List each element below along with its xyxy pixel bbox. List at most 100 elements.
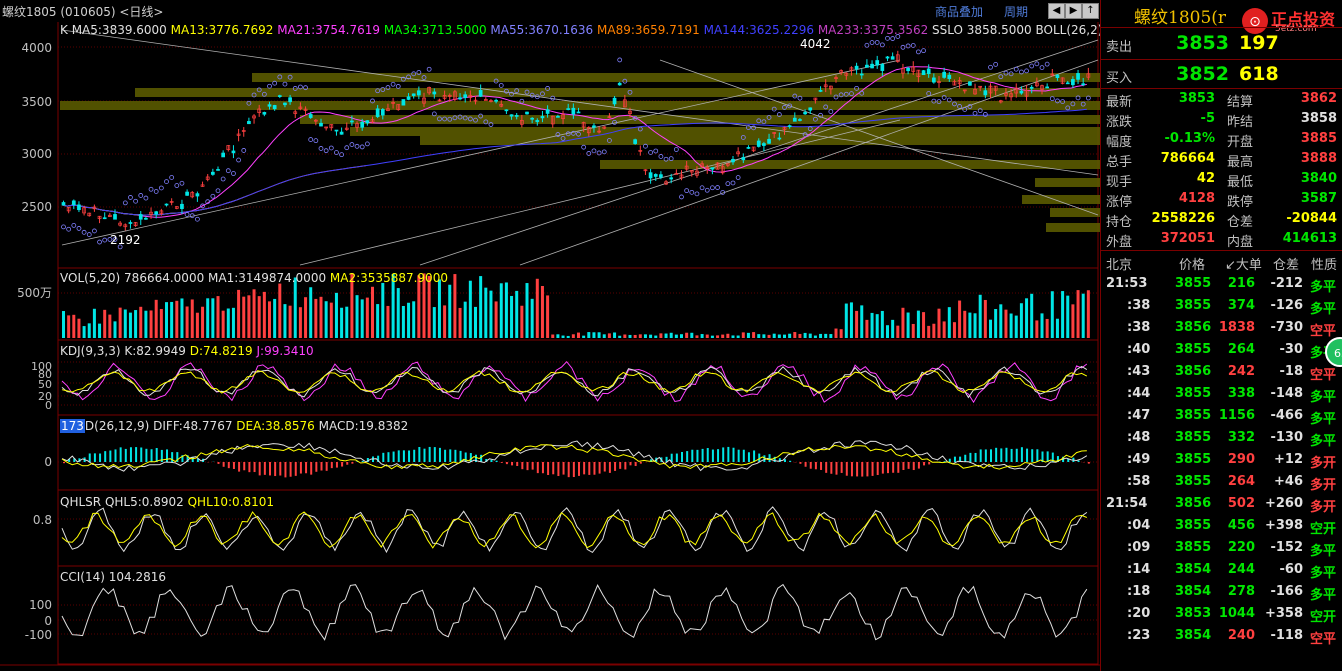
macd-bar [150,449,153,462]
contract-title: 螺纹1805(r [1134,8,1227,28]
volume-bar [329,302,333,338]
volume-bar [128,312,132,338]
tick-row[interactable]: :47 3855 1156 -466 多平 [1101,405,1342,427]
macd-bar [387,452,390,462]
sar-dot [164,179,169,185]
macd-bar [804,462,807,467]
tick-header-type: 性质 [1311,258,1338,273]
tick-row[interactable]: :49 3855 290 +12 多开 [1101,449,1342,471]
tick-row[interactable]: :09 3855 220 -152 多平 [1101,537,1342,559]
tick-row[interactable]: :43 3856 242 -18 空平 [1101,361,1342,383]
macd-bar [253,462,256,473]
sar-dot [236,157,242,163]
volume-bar [247,295,251,338]
sar-dot [364,141,370,147]
volume-bar [860,305,864,338]
volume-bar [942,321,946,338]
chart-area[interactable]: 螺纹1805 (010605) <日线> 商品叠加 周期 ◀ ▶ ↑ K MA5… [0,0,1164,671]
volume-bar [355,295,359,338]
tick-row[interactable]: :04 3855 456 +398 空开 [1101,515,1342,537]
volume-bar [695,335,699,338]
tick-price: 3855 [1175,408,1212,423]
tick-row[interactable]: :14 3854 244 -60 多平 [1101,559,1342,581]
macd-param-box[interactable]: 173 [60,419,85,433]
sar-dot [658,154,664,159]
period-link[interactable]: 周期 [1004,3,1028,20]
volume-bar [999,304,1003,338]
overlay-commodity-link[interactable]: 商品叠加 [935,3,983,20]
tick-row[interactable]: :18 3854 278 -166 多平 [1101,581,1342,603]
macd-bar [614,462,617,471]
sar-dot [710,185,715,191]
volume-bar [262,291,266,338]
tick-row[interactable]: 21:53 3855 216 -212 多平 [1101,273,1342,295]
volume-bar [937,308,941,338]
macd-bar [619,462,622,469]
arrow-left-icon[interactable]: ◀ [1048,3,1065,19]
tick-row[interactable]: 21:54 3856 502 +260 多开 [1101,493,1342,515]
tick-row[interactable]: :40 3855 264 -30 多平 [1101,339,1342,361]
macd-bar [608,462,611,473]
tick-time: :47 [1127,408,1151,423]
tick-price: 3854 [1175,584,1212,599]
volume-profile-bar [1050,208,1100,217]
tick-volume: 242 [1227,364,1255,379]
volume-bar [98,323,102,338]
arrow-right-icon[interactable]: ▶ [1065,3,1082,19]
ma-value: SSLO 3858.5000 [932,23,1036,37]
candle-body [1055,74,1060,78]
ask-label: 卖出 [1106,40,1133,55]
volume-bar [844,303,848,338]
volume-bar [1035,320,1039,338]
volume-bar [1076,290,1080,338]
tick-row[interactable]: :38 3856 1838 -730 空平 [1101,317,1342,339]
zoom-in-icon[interactable]: ↑ [1082,3,1099,19]
candle-body [514,115,519,117]
volume-bar [690,332,694,338]
bid-volume: 618 [1239,63,1279,85]
volume-bar [268,301,271,338]
sar-dot [653,148,659,154]
macd-bar [948,458,951,462]
volume-bar [304,297,308,338]
macd-bar [93,453,96,462]
tick-row[interactable]: :58 3855 264 +46 多开 [1101,471,1342,493]
candle-body [983,90,988,96]
volume-bar [1050,291,1054,338]
candle-body [1065,82,1070,85]
tick-header-time: 北京 [1106,258,1133,273]
candle-body [138,214,143,220]
tick-row[interactable]: :44 3855 338 -148 多平 [1101,383,1342,405]
macd-bar [238,462,241,472]
macd-bar [449,449,452,462]
volume-bar [257,296,261,338]
tick-row[interactable]: :20 3853 1044 +358 空开 [1101,603,1342,625]
volume-bar [530,298,534,338]
volume-bar [479,276,483,338]
tick-header-price: 价格 [1179,258,1206,273]
volume-bar [1086,290,1090,338]
volume-bar [628,334,632,338]
sar-dot [225,168,231,174]
sar-dot [339,152,345,158]
macd-bar [351,462,354,464]
volume-profile-bar [1022,195,1100,204]
macd-bar [737,449,740,462]
volume-bar [680,334,683,338]
macd-bar [634,462,637,467]
tick-type: 空平 [1310,324,1337,339]
candle-body [803,112,807,115]
candle-body [633,139,638,144]
candle-body [741,157,746,161]
tick-row[interactable]: :23 3854 240 -118 空平 [1101,625,1342,647]
volume-bar [448,284,452,338]
qhlsr-q10: QHL10:0.8101 [187,495,275,509]
tick-row[interactable]: :38 3855 374 -126 多平 [1101,295,1342,317]
tick-row[interactable]: :48 3855 332 -130 多平 [1101,427,1342,449]
candle-body [365,120,370,124]
stat-label: 涨跌 [1106,115,1133,130]
volume-bar [618,335,622,338]
sar-dot [704,187,710,193]
volume-bar [67,315,71,338]
tick-price: 3853 [1175,606,1212,621]
